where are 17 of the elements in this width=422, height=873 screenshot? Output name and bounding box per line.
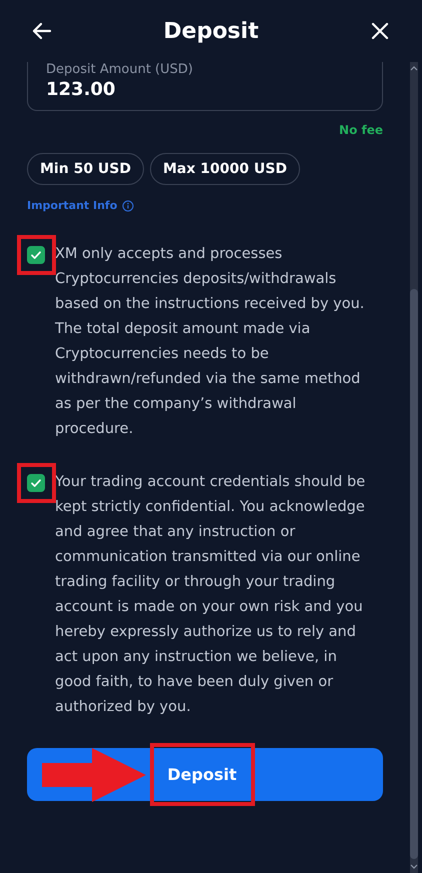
agreement-text: Your trading account credentials should be kept strictly confidential. You acknowledge and agree that any instruction or communication transmitted via our online trading facility or through your trading account is made on your own risk and you hereby expressly authorize us to rely and act upon any instruction we believe, in good faith, to have been duly given or authorized by you.	[55, 473, 366, 717]
info-icon[interactable]	[122, 200, 134, 212]
dialog-title: Deposit	[163, 18, 259, 44]
scroll-down-icon[interactable]	[410, 864, 418, 870]
agreement-text: XM only accepts and processes Cryptocurrencies deposits/withdrawals based on the instructions received by you. The total deposit amount made via Cryptocurrencies needs to be withdrawn/refunded via the same method as per the company’s withdrawal procedure.	[55, 245, 366, 439]
important-info-link[interactable]: Important Info	[27, 199, 118, 212]
highlight-frame	[17, 463, 56, 503]
scroll-up-icon[interactable]	[410, 65, 418, 71]
field-value: 123.00	[46, 78, 116, 102]
amount-field[interactable]: Deposit Amount (USD) 123.00	[27, 62, 383, 111]
limit-chip[interactable]: Min 50 USD	[27, 153, 144, 185]
fee-note: No fee	[339, 123, 383, 137]
limit-chip[interactable]: Max 10000 USD	[150, 153, 300, 185]
checkbox[interactable]	[27, 246, 45, 264]
checkbox[interactable]	[27, 474, 45, 492]
highlight-frame	[17, 235, 56, 275]
field-label: Deposit Amount (USD)	[46, 62, 194, 78]
